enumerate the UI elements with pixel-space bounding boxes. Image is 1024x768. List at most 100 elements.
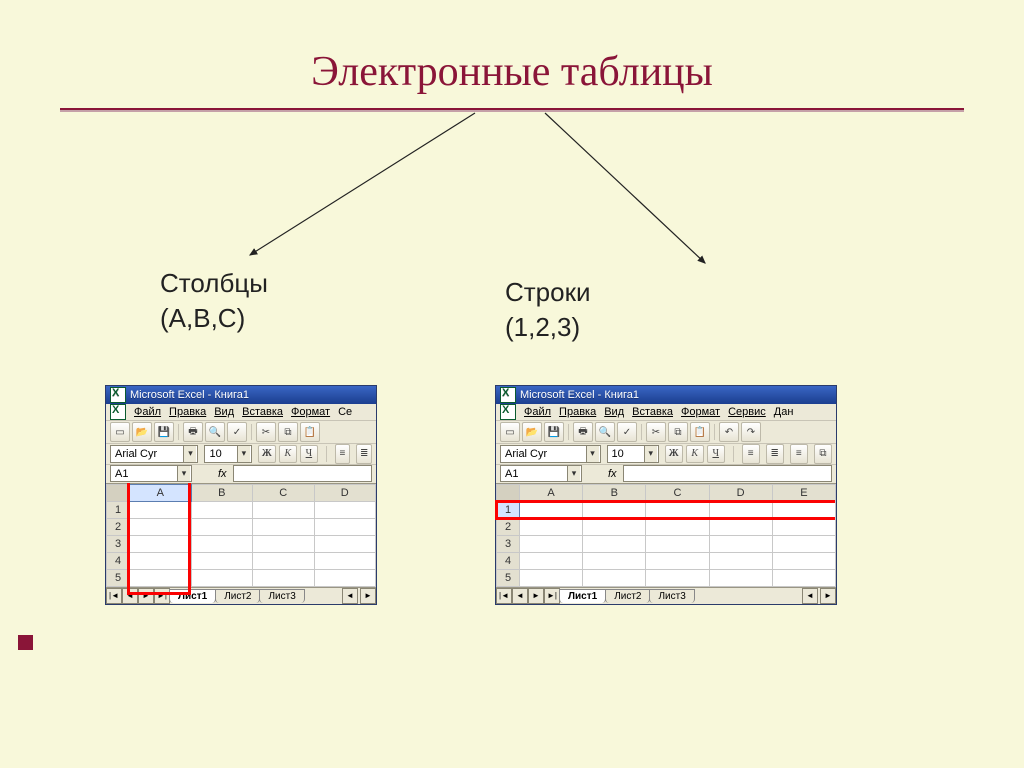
spell-icon[interactable]: ✓ xyxy=(227,422,247,442)
worksheet-grid[interactable]: A B C D 1 2 3 4 5 xyxy=(106,484,376,587)
col-header-B[interactable]: B xyxy=(583,484,646,501)
hscroll-left-icon[interactable]: ◄ xyxy=(342,588,358,604)
sheet-nav-prev[interactable]: ◄ xyxy=(512,588,528,604)
underline-button[interactable]: Ч xyxy=(707,445,725,463)
sheet-tab-3[interactable]: Лист3 xyxy=(649,589,694,603)
name-box[interactable]: A1 xyxy=(500,465,582,482)
menu-format[interactable]: Формат xyxy=(681,406,720,418)
select-all-corner[interactable] xyxy=(107,484,130,501)
row-header-2[interactable]: 2 xyxy=(107,518,130,535)
paste-icon[interactable]: 📋 xyxy=(690,422,710,442)
row-header-3[interactable]: 3 xyxy=(107,535,130,552)
hscroll-right-icon[interactable]: ► xyxy=(820,588,836,604)
worksheet-grid[interactable]: A B C D E 1 2 3 4 5 xyxy=(496,484,836,587)
print-icon[interactable]: 🖶 xyxy=(573,422,593,442)
open-icon[interactable]: 📂 xyxy=(522,422,542,442)
sheet-nav-last[interactable]: ►| xyxy=(544,588,560,604)
name-box[interactable]: A1 xyxy=(110,465,192,482)
col-header-D[interactable]: D xyxy=(314,484,376,501)
formula-input[interactable] xyxy=(233,465,372,482)
align-left-icon[interactable]: ≡ xyxy=(742,444,760,464)
row-header-4[interactable]: 4 xyxy=(497,552,520,569)
copy-icon[interactable]: ⧉ xyxy=(278,422,298,442)
row-header-1[interactable]: 1 xyxy=(497,501,520,518)
col-header-C[interactable]: C xyxy=(646,484,709,501)
col-header-C[interactable]: C xyxy=(253,484,315,501)
open-icon[interactable]: 📂 xyxy=(132,422,152,442)
redo-icon[interactable]: ↷ xyxy=(741,422,761,442)
preview-icon[interactable]: 🔍 xyxy=(205,422,225,442)
menu-view[interactable]: Вид xyxy=(214,406,234,418)
menu-tools[interactable]: Сервис xyxy=(728,406,766,418)
bold-button[interactable]: Ж xyxy=(258,445,276,463)
menu-insert[interactable]: Вставка xyxy=(242,406,283,418)
font-combo[interactable]: Arial Cyr xyxy=(110,445,198,463)
titlebar[interactable]: Microsoft Excel - Книга1 xyxy=(496,386,836,404)
align-center-icon[interactable]: ≣ xyxy=(766,444,784,464)
sheet-tab-1[interactable]: Лист1 xyxy=(169,589,216,603)
sheet-nav-prev[interactable]: ◄ xyxy=(122,588,138,604)
cut-icon[interactable]: ✂ xyxy=(646,422,666,442)
align-center-icon[interactable]: ≣ xyxy=(356,444,372,464)
sheet-tab-2[interactable]: Лист2 xyxy=(215,589,260,603)
hscroll-right-icon[interactable]: ► xyxy=(360,588,376,604)
font-combo[interactable]: Arial Cyr xyxy=(500,445,601,463)
menu-view[interactable]: Вид xyxy=(604,406,624,418)
align-right-icon[interactable]: ≡ xyxy=(790,444,808,464)
hscroll-left-icon[interactable]: ◄ xyxy=(802,588,818,604)
titlebar[interactable]: Microsoft Excel - Книга1 xyxy=(106,386,376,404)
sheet-nav-first[interactable]: |◄ xyxy=(106,588,122,604)
menu-tools-trunc[interactable]: Се xyxy=(338,406,352,418)
menu-edit[interactable]: Правка xyxy=(559,406,596,418)
spell-icon[interactable]: ✓ xyxy=(617,422,637,442)
undo-icon[interactable]: ↶ xyxy=(719,422,739,442)
sheet-nav-next[interactable]: ► xyxy=(138,588,154,604)
save-icon[interactable]: 💾 xyxy=(154,422,174,442)
sheet-nav-next[interactable]: ► xyxy=(528,588,544,604)
underline-button[interactable]: Ч xyxy=(300,445,318,463)
col-header-E[interactable]: E xyxy=(772,484,835,501)
font-size-combo[interactable]: 10 xyxy=(607,445,659,463)
italic-button[interactable]: К xyxy=(686,445,704,463)
col-header-B[interactable]: B xyxy=(191,484,253,501)
copy-icon[interactable]: ⧉ xyxy=(668,422,688,442)
new-doc-icon[interactable]: ▭ xyxy=(110,422,130,442)
col-header-A[interactable]: A xyxy=(130,484,192,501)
row-header-2[interactable]: 2 xyxy=(497,518,520,535)
select-all-corner[interactable] xyxy=(497,484,520,501)
fx-label[interactable]: fx xyxy=(218,468,227,480)
sheet-nav-last[interactable]: ►| xyxy=(154,588,170,604)
preview-icon[interactable]: 🔍 xyxy=(595,422,615,442)
standard-toolbar: ▭ 📂 💾 🖶 🔍 ✓ ✂ ⧉ 📋 ↶ ↷ xyxy=(496,421,836,444)
merge-icon[interactable]: ⧉ xyxy=(814,444,832,464)
menu-file[interactable]: Файл xyxy=(134,406,161,418)
menu-format[interactable]: Формат xyxy=(291,406,330,418)
save-icon[interactable]: 💾 xyxy=(544,422,564,442)
print-icon[interactable]: 🖶 xyxy=(183,422,203,442)
row-header-3[interactable]: 3 xyxy=(497,535,520,552)
doc-icon xyxy=(500,404,516,420)
col-header-D[interactable]: D xyxy=(709,484,772,501)
col-header-A[interactable]: A xyxy=(520,484,583,501)
fx-label[interactable]: fx xyxy=(608,468,617,480)
menu-file[interactable]: Файл xyxy=(524,406,551,418)
menu-edit[interactable]: Правка xyxy=(169,406,206,418)
row-header-4[interactable]: 4 xyxy=(107,552,130,569)
new-doc-icon[interactable]: ▭ xyxy=(500,422,520,442)
paste-icon[interactable]: 📋 xyxy=(300,422,320,442)
row-header-5[interactable]: 5 xyxy=(497,569,520,586)
sheet-nav-first[interactable]: |◄ xyxy=(496,588,512,604)
bold-button[interactable]: Ж xyxy=(665,445,683,463)
sheet-tab-3[interactable]: Лист3 xyxy=(259,589,304,603)
formula-input[interactable] xyxy=(623,465,832,482)
menu-data-trunc[interactable]: Дан xyxy=(774,406,794,418)
font-size-combo[interactable]: 10 xyxy=(204,445,251,463)
sheet-tab-2[interactable]: Лист2 xyxy=(605,589,650,603)
row-header-5[interactable]: 5 xyxy=(107,569,130,586)
align-left-icon[interactable]: ≡ xyxy=(335,444,351,464)
row-header-1[interactable]: 1 xyxy=(107,501,130,518)
cut-icon[interactable]: ✂ xyxy=(256,422,276,442)
sheet-tab-1[interactable]: Лист1 xyxy=(559,589,606,603)
italic-button[interactable]: К xyxy=(279,445,297,463)
menu-insert[interactable]: Вставка xyxy=(632,406,673,418)
